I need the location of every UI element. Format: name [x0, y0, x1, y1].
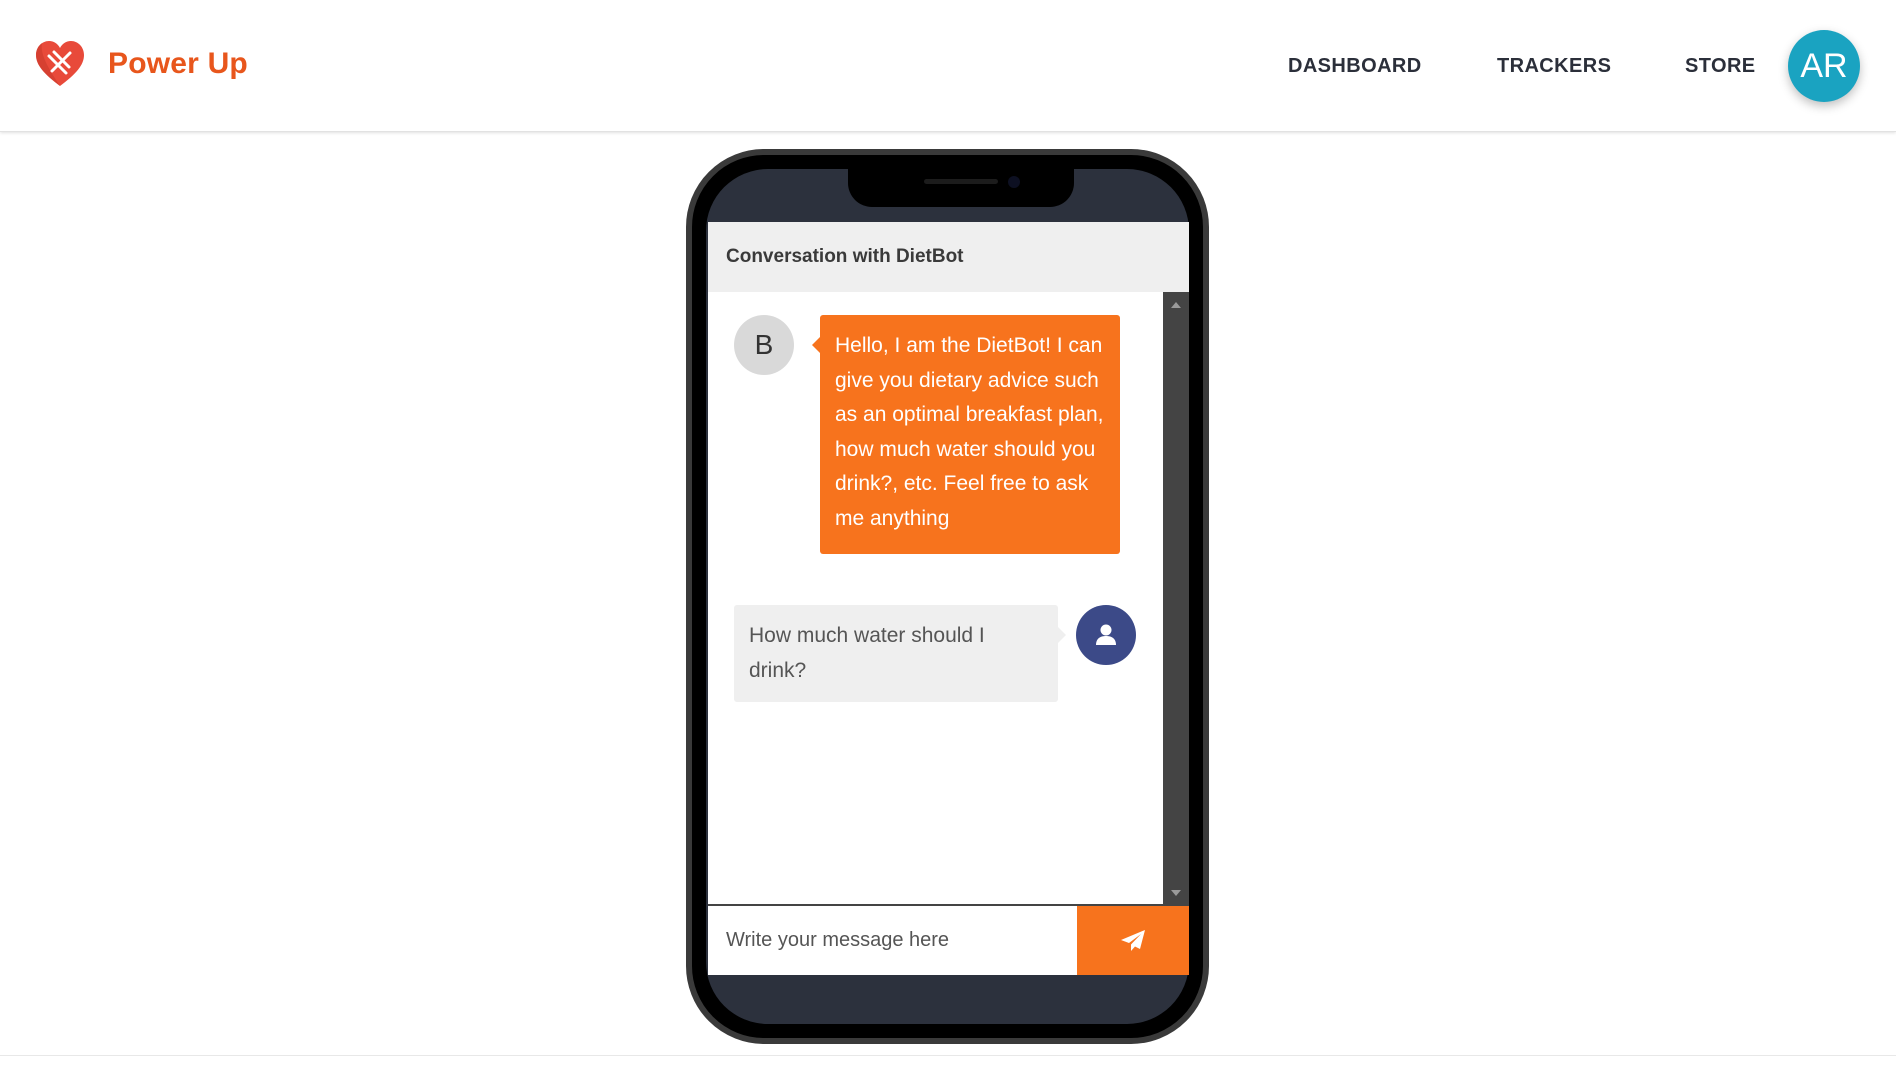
page-bottom-divider: [0, 1055, 1896, 1056]
brand-name: Power Up: [108, 47, 248, 80]
bot-avatar: B: [734, 315, 794, 375]
paper-plane-icon: [1121, 929, 1145, 951]
send-button[interactable]: [1077, 906, 1189, 975]
nav-dashboard-link[interactable]: DASHBOARD: [1288, 55, 1422, 78]
chat-scrollbar[interactable]: [1163, 292, 1189, 904]
nav-trackers-link[interactable]: TRACKERS: [1497, 55, 1611, 78]
brand-link[interactable]: Power Up: [34, 38, 248, 90]
user-avatar: [1076, 605, 1136, 665]
chat-header: Conversation with DietBot: [708, 222, 1189, 292]
heart-logo-icon: [36, 41, 84, 86]
chat-title: Conversation with DietBot: [726, 246, 964, 267]
phone-camera-icon: [1008, 176, 1020, 188]
user-avatar-button[interactable]: AR: [1788, 30, 1860, 102]
phone-speaker: [924, 179, 998, 184]
message-input[interactable]: [708, 906, 1077, 975]
bot-message-bubble: Hello, I am the DietBot! I can give you …: [812, 315, 1120, 554]
top-navbar: Power Up DASHBOARD TRACKERS STORE AR: [0, 0, 1896, 132]
scroll-up-arrow-icon[interactable]: [1171, 302, 1181, 308]
user-icon: [1096, 624, 1116, 645]
scroll-down-arrow-icon[interactable]: [1171, 890, 1181, 896]
user-message-bubble: How much water should I drink?: [734, 605, 1066, 702]
nav-store-link[interactable]: STORE: [1685, 55, 1756, 78]
phone-notch: [848, 169, 1074, 207]
chat-messages: B Hello, I am the DietBot! I can give yo…: [708, 292, 1163, 904]
chat-input-row: [708, 904, 1189, 975]
chat-window: Conversation with DietBot B Hello, I am …: [708, 222, 1189, 975]
